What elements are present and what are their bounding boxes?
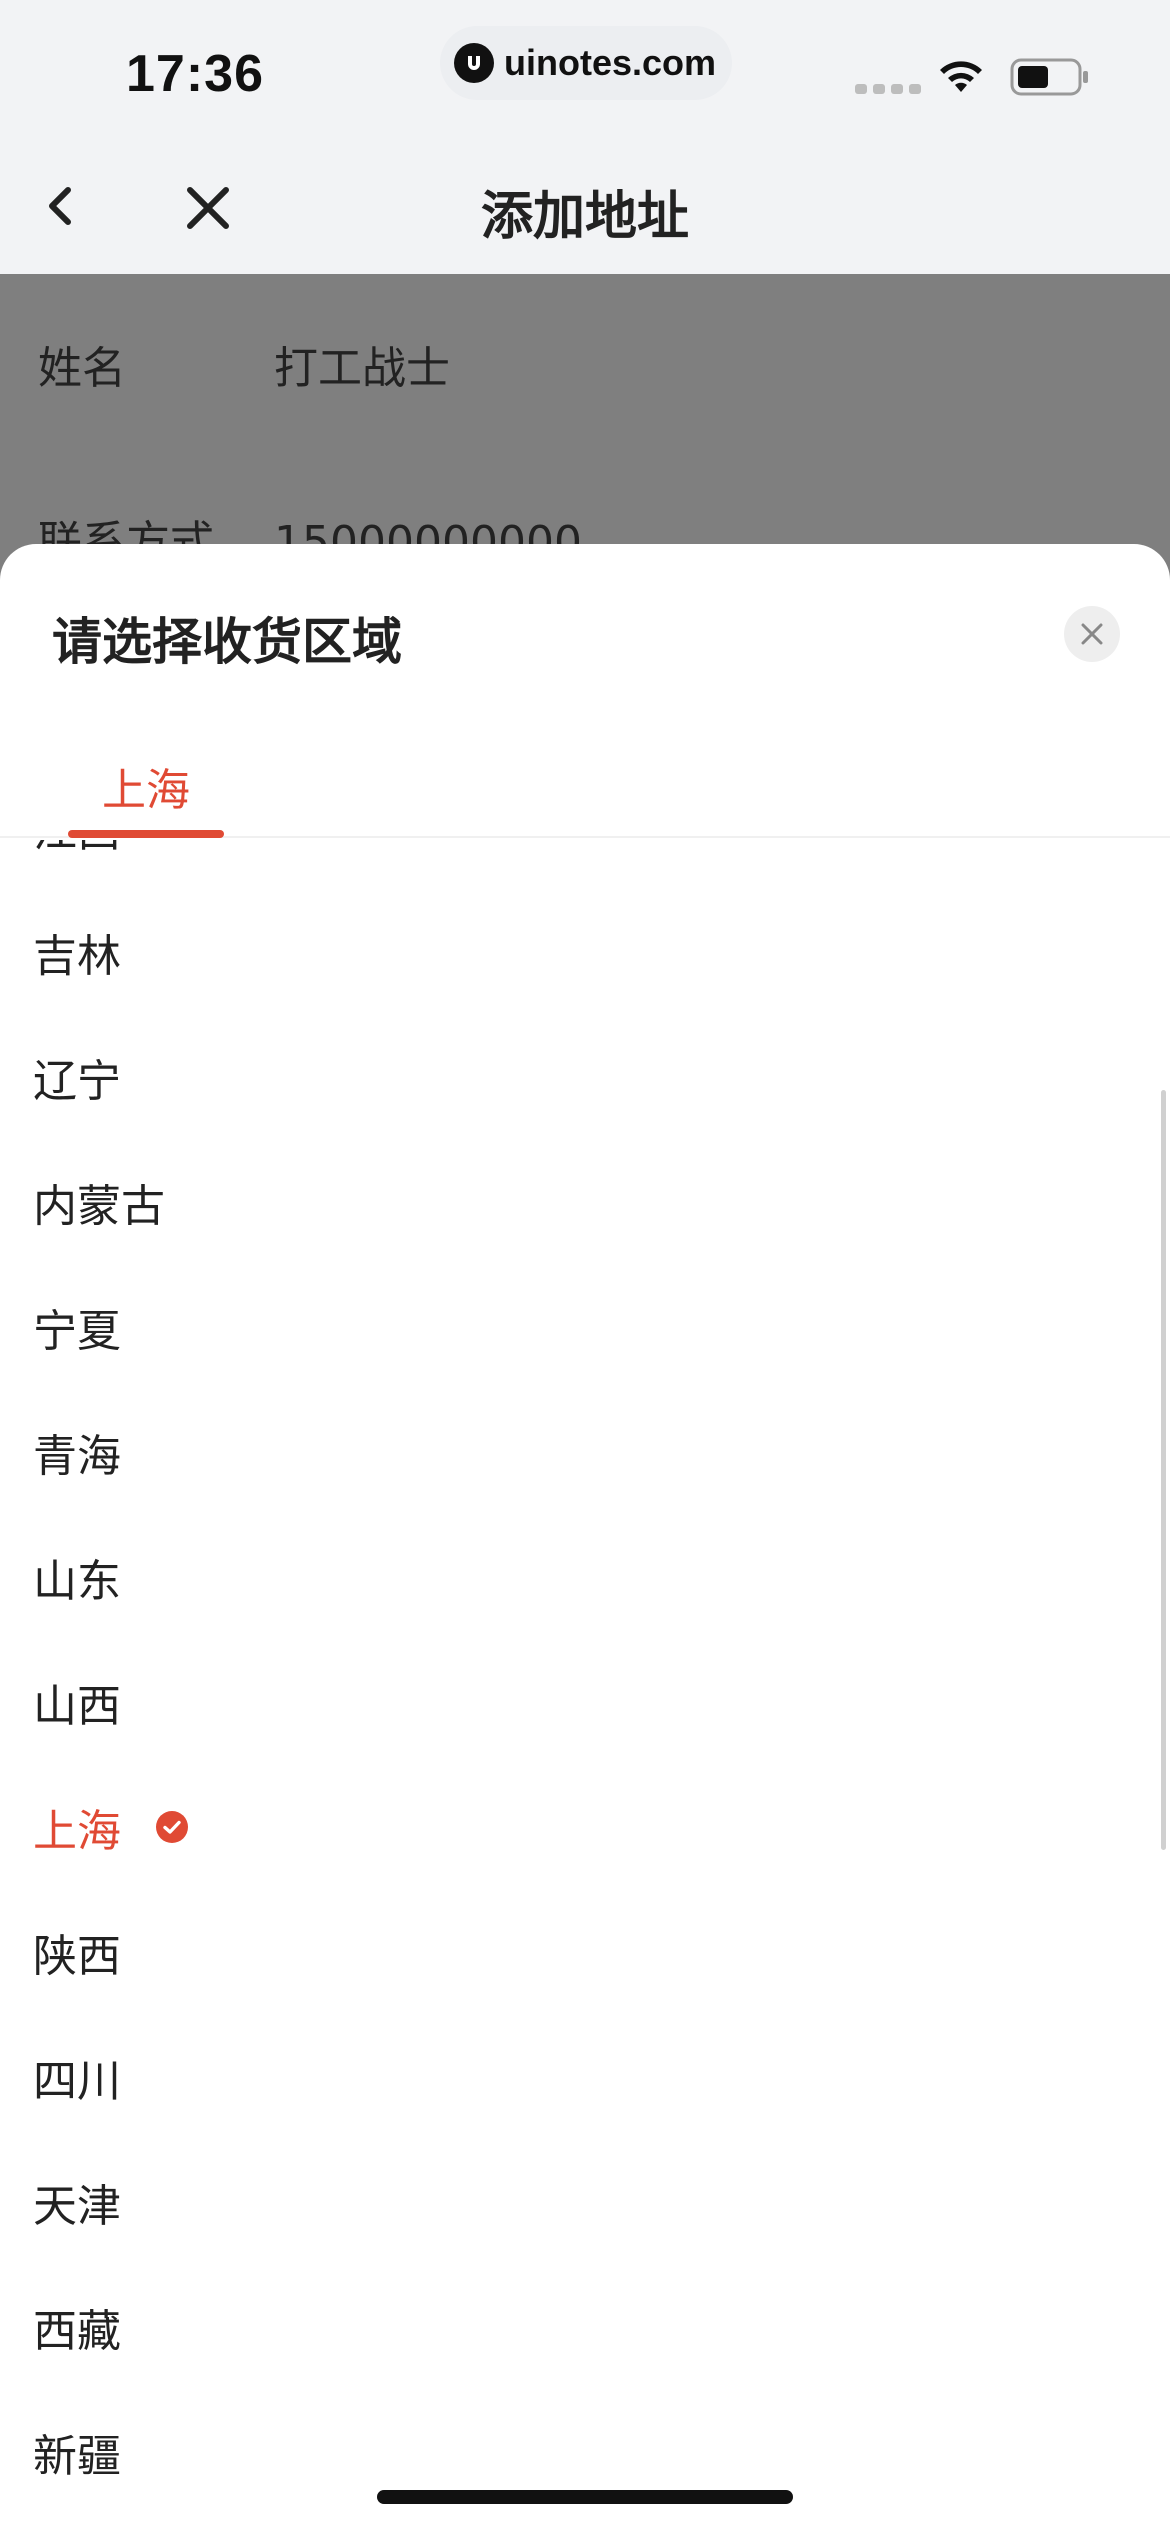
- battery-icon: [1010, 58, 1088, 96]
- list-item-label: 辽宁: [33, 1055, 121, 1107]
- list-item-label: 山西: [33, 1680, 121, 1732]
- list-item[interactable]: 四川: [0, 2014, 1170, 2139]
- list-item[interactable]: 天津: [0, 2139, 1170, 2264]
- list-item-label: 陕西: [33, 1930, 121, 1982]
- list-item[interactable]: 吉林: [0, 889, 1170, 1014]
- tab-province[interactable]: 上海: [68, 694, 224, 838]
- list-item[interactable]: 山东: [0, 1514, 1170, 1639]
- status-bar: 17:36 uinotes.com: [0, 0, 1170, 140]
- list-item-label: 江西: [33, 840, 121, 859]
- close-icon: [1081, 623, 1103, 645]
- tab-underline: [68, 830, 224, 838]
- list-item-label: 内蒙古: [33, 1180, 165, 1232]
- list-item-label: 新疆: [33, 2430, 121, 2482]
- list-item-label: 青海: [33, 1430, 121, 1482]
- list-item-label: 吉林: [33, 930, 121, 982]
- list-item[interactable]: 山西: [0, 1639, 1170, 1764]
- nav-bar: 添加地址: [0, 140, 1170, 274]
- list-item[interactable]: 陕西: [0, 1889, 1170, 2014]
- list-item[interactable]: 江西: [0, 840, 1170, 889]
- sheet-close-button[interactable]: [1064, 606, 1120, 662]
- scrollbar[interactable]: [1161, 1090, 1166, 1850]
- sheet-title: 请选择收货区域: [52, 613, 402, 671]
- name-label: 姓名: [38, 343, 126, 394]
- wifi-icon: [940, 61, 982, 92]
- list-item-label: 宁夏: [33, 1305, 121, 1357]
- list-item-label: 天津: [33, 2180, 121, 2232]
- region-picker-sheet: 请选择收货区域 上海 江西 吉林 辽宁 内蒙古 宁夏 青海 山东 山西 上海: [0, 544, 1170, 2532]
- status-time: 17:36: [126, 45, 264, 103]
- list-item-selected[interactable]: 上海: [0, 1764, 1170, 1889]
- region-tabs: 上海: [0, 694, 1170, 838]
- list-item[interactable]: 西藏: [0, 2264, 1170, 2389]
- page-title: 添加地址: [480, 187, 689, 247]
- list-item[interactable]: 青海: [0, 1389, 1170, 1514]
- list-item[interactable]: 辽宁: [0, 1014, 1170, 1139]
- list-item-label: 西藏: [33, 2305, 121, 2357]
- list-item-label: 四川: [33, 2055, 121, 2107]
- name-row[interactable]: 姓名 打工战士: [38, 332, 450, 396]
- check-circle-icon: [156, 1810, 188, 1843]
- list-item[interactable]: 内蒙古: [0, 1139, 1170, 1264]
- list-item-label: 山东: [33, 1555, 121, 1607]
- list-item[interactable]: 宁夏: [0, 1264, 1170, 1389]
- list-item-label: 上海: [33, 1805, 121, 1857]
- tab-label: 上海: [102, 765, 190, 816]
- url-pill[interactable]: uinotes.com: [440, 26, 732, 100]
- name-value: 打工战士: [274, 343, 450, 394]
- region-list[interactable]: 江西 吉林 辽宁 内蒙古 宁夏 青海 山东 山西 上海 陕西 四川 天津 西藏 …: [0, 840, 1170, 2532]
- url-text: uinotes.com: [504, 42, 717, 83]
- home-indicator: [377, 2490, 793, 2504]
- site-logo-icon: [454, 43, 494, 83]
- cellular-signal-icon: [855, 84, 921, 94]
